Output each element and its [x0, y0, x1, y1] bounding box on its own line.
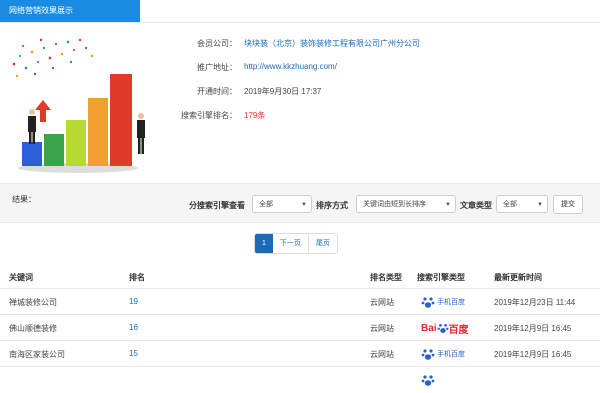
keyword-cell: 禅城装修公司	[9, 298, 57, 307]
engine-cell: Bai 百度	[421, 319, 469, 337]
sort-label: 排序方式	[316, 201, 348, 210]
up-arrow-icon	[35, 100, 51, 122]
open-time-label: 开通时间：	[197, 87, 237, 96]
table-row: 南海区家装公司 15 云网站 手机百度 2019年12月9日 16:45	[0, 340, 600, 367]
company-value: 块块装（北京）装饰装修工程有限公司广州分公司	[244, 39, 420, 48]
baidu-paw-icon	[421, 375, 435, 386]
baidu-logo-icon: Bai 百度	[421, 322, 469, 336]
keyword-cell: 南海区家装公司	[9, 350, 65, 359]
businessman-right	[137, 113, 145, 154]
bar-3	[66, 120, 86, 166]
table-row: 禅城装修公司 19 云网站 手机百度 2019年12月23日 11:44	[0, 288, 600, 315]
url-label: 推广地址：	[197, 63, 237, 72]
sort-select-value: 关键词由短到长排序	[363, 201, 426, 208]
section-title: 网络营销效果展示	[0, 0, 140, 22]
rank-count: 179	[244, 111, 258, 120]
open-time-value: 2019年9月30日 17:37	[244, 87, 322, 96]
bar-1	[22, 142, 42, 166]
rank-cell[interactable]: 16	[129, 323, 138, 332]
next-page-button[interactable]: 下一页	[272, 234, 308, 253]
col-rank-type-header: 排名类型	[370, 273, 402, 282]
pagination: 1 下一页 尾页	[254, 233, 338, 254]
table-row	[0, 366, 600, 393]
company-label: 会员公司：	[197, 39, 237, 48]
bar-2	[44, 134, 64, 166]
rank-cell[interactable]: 15	[129, 349, 138, 358]
last-page-button[interactable]: 尾页	[307, 234, 337, 253]
filter-bar: 结果： 分搜索引擎查看 全部 ▼ 排序方式 关键词由短到长排序 ▼ 文章类型 全…	[0, 183, 600, 223]
col-rank-header: 排名	[129, 273, 145, 282]
section-header: 网络营销效果展示	[0, 0, 600, 23]
engine-cell	[421, 371, 435, 389]
rank-type-cell: 云网站	[370, 298, 394, 307]
search-rank-value: 179条	[244, 110, 265, 121]
rank-type-cell: 云网站	[370, 324, 394, 333]
updated-time-cell: 2019年12月9日 16:45	[494, 324, 572, 333]
article-type-select-value: 全部	[503, 201, 517, 208]
promo-url-link[interactable]: http://www.kkzhuang.com/	[244, 62, 337, 71]
engine-name: 手机百度	[437, 299, 465, 306]
rank-cell[interactable]: 19	[129, 297, 138, 306]
engine-name: 百度	[448, 324, 469, 336]
col-engine-header: 搜索引擎类型	[417, 273, 465, 282]
bar-5	[110, 74, 132, 166]
col-updated-header: 最新更新时间	[494, 273, 542, 282]
bar-4	[88, 98, 108, 166]
rank-type-cell: 云网站	[370, 350, 394, 359]
engine-cell: 手机百度	[421, 293, 465, 311]
engine-select-value: 全部	[259, 201, 273, 208]
table-row: 佛山顺德装修 16 云网站 Bai 百度 2019年12月9日 16:45	[0, 314, 600, 341]
growth-illustration	[12, 38, 145, 173]
chevron-down-icon: ▼	[301, 202, 307, 208]
baidu-paw-icon	[421, 349, 435, 360]
baidu-paw-icon	[421, 297, 435, 308]
chevron-down-icon: ▼	[537, 202, 543, 208]
article-type-select[interactable]: 全部 ▼	[496, 195, 548, 213]
page-1-button[interactable]: 1	[255, 234, 273, 253]
result-label: 结果：	[12, 195, 36, 204]
updated-time-cell: 2019年12月23日 11:44	[494, 298, 576, 307]
keyword-cell: 佛山顺德装修	[9, 324, 57, 333]
submit-button[interactable]: 提交	[553, 195, 583, 214]
engine-filter-label: 分搜索引擎查看	[189, 201, 245, 210]
businessman-left	[28, 109, 36, 144]
updated-time-cell: 2019年12月9日 16:45	[494, 350, 572, 359]
chevron-down-icon: ▼	[445, 202, 451, 208]
engine-select[interactable]: 全部 ▼	[252, 195, 312, 213]
baidu-paw-icon	[437, 324, 449, 333]
search-rank-label: 搜索引擎排名：	[181, 111, 237, 120]
col-keyword-header: 关键词	[9, 273, 33, 282]
confetti-dots	[12, 38, 94, 78]
sort-select[interactable]: 关键词由短到长排序 ▼	[356, 195, 456, 213]
engine-cell: 手机百度	[421, 345, 465, 363]
article-type-label: 文章类型	[460, 201, 492, 210]
engine-name: 手机百度	[437, 351, 465, 358]
rank-unit: 条	[257, 111, 266, 120]
